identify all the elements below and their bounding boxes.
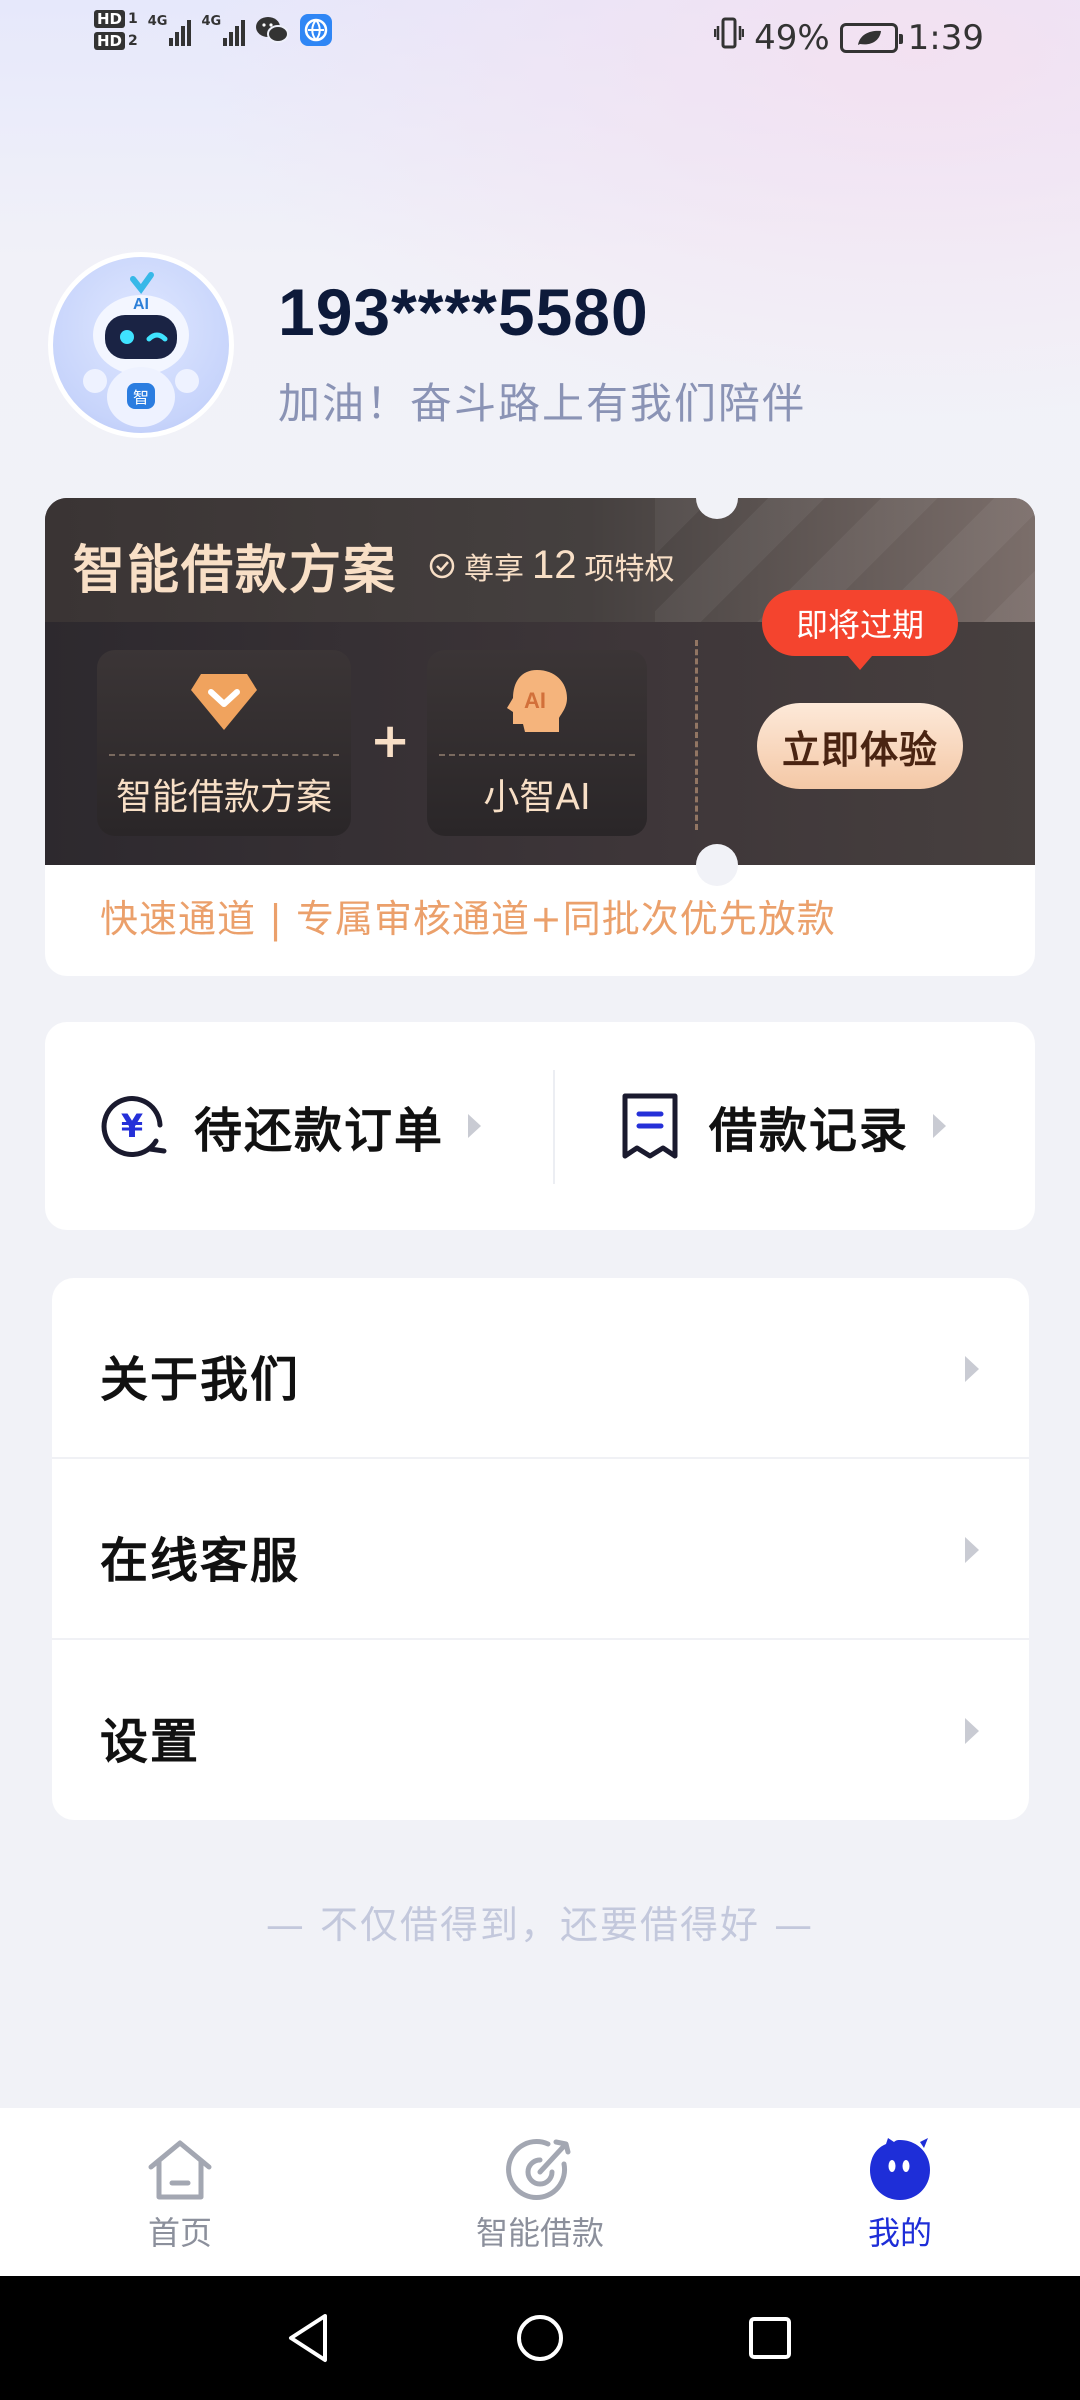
feature-xiaozhi-ai: AI 小智AI (427, 650, 647, 836)
card-footer-text: 快速通道 | 专属审核通道+同批次优先放款 (100, 897, 836, 941)
yuan-glyph: ¥ (121, 1107, 143, 1145)
system-navigation-bar (0, 2276, 1080, 2400)
divider (553, 1070, 555, 1184)
back-icon[interactable] (276, 2306, 340, 2370)
user-phone: 193****5580 (278, 275, 649, 349)
pending-repayment-button[interactable]: ¥ 待还款订单 (98, 1022, 482, 1230)
sim-number: 2 (128, 33, 138, 49)
privilege-count: 尊享 12 项特权 (428, 543, 675, 588)
chevron-right-icon (965, 1718, 979, 1744)
hd-badge: HD (94, 10, 126, 28)
menu-item-label: 设置 (100, 1714, 201, 1770)
menu-item-label: 在线客服 (100, 1533, 301, 1589)
menu-item-label: 关于我们 (100, 1352, 301, 1408)
signal-icon: 4G (148, 14, 192, 46)
card-title: 智能借款方案 (73, 541, 398, 601)
robot-mascot-icon: AI 智 (83, 272, 199, 427)
chevron-right-icon (965, 1537, 979, 1563)
sim-number: 1 (128, 11, 138, 27)
ai-head-icon: AI (507, 670, 567, 732)
recents-icon[interactable] (738, 2306, 802, 2370)
battery-percent: 49% (754, 17, 830, 58)
ai-badge-text: AI (524, 688, 546, 713)
receipt-icon (622, 1093, 678, 1159)
avatar-tag: 智 (133, 388, 149, 407)
tab-label: 首页 (147, 2214, 212, 2252)
loan-records-button[interactable]: 借款记录 (617, 1022, 947, 1230)
chevron-right-icon (965, 1356, 979, 1382)
diamond-icon (191, 674, 257, 730)
status-bar: HD 1 HD 2 4G 4G 49% 1:39 (0, 0, 1080, 80)
settings-menu: 关于我们 在线客服 设置 (52, 1278, 1029, 1820)
menu-item-about-us[interactable]: 关于我们 (52, 1278, 1029, 1459)
menu-item-settings[interactable]: 设置 (52, 1640, 1029, 1820)
menu-item-online-service[interactable]: 在线客服 (52, 1459, 1029, 1640)
repayment-icon: ¥ (101, 1096, 167, 1157)
network-type: 4G (201, 14, 222, 29)
tab-label: 智能借款 (475, 2214, 604, 2252)
status-right: 49% 1:39 (713, 16, 984, 59)
home-icon (144, 2134, 216, 2206)
profile-header: AI 智 193****5580 加油！奋斗路上有我们陪伴 (48, 252, 1038, 442)
check-circle-icon (429, 553, 455, 578)
tab-smart-loan[interactable]: 智能借款 (420, 2108, 660, 2276)
tab-label: 我的 (867, 2214, 932, 2252)
card-divider (695, 640, 698, 830)
privilege-suffix: 项特权 (584, 551, 675, 587)
bottom-tab-bar: 首页 智能借款 我的 (0, 2108, 1080, 2276)
hd-badge: HD (94, 32, 126, 50)
feature-label: 小智AI (483, 777, 591, 818)
avatar-ai-label: AI (133, 296, 149, 313)
vibrate-icon (713, 16, 745, 59)
status-left: HD 1 HD 2 4G 4G (94, 10, 333, 50)
brand-tagline: — 不仅借得到，还要借得好 — (265, 1903, 815, 1947)
expire-badge: 即将过期 (762, 590, 958, 670)
avatar[interactable]: AI 智 (48, 252, 234, 438)
signal-icon: 4G (201, 14, 246, 46)
clock: 1:39 (907, 17, 984, 58)
plus-sign: + (370, 713, 411, 769)
chevron-right-icon (933, 1114, 947, 1138)
loan-records-label: 借款记录 (709, 1103, 910, 1159)
privilege-prefix: 尊享 (464, 551, 524, 587)
wechat-icon (255, 13, 290, 47)
target-icon (504, 2134, 576, 2206)
mascot-icon (864, 2134, 936, 2206)
quick-actions-card: ¥ 待还款订单 借款记录 (45, 1022, 1035, 1230)
ticket-notch (696, 844, 738, 886)
user-slogan: 加油！奋斗路上有我们陪伴 (278, 379, 807, 428)
feature-label: 智能借款方案 (115, 777, 332, 818)
tab-home[interactable]: 首页 (60, 2108, 300, 2276)
smart-loan-plan-card[interactable]: 智能借款方案 尊享 12 项特权 智能借款方案 + AI 小智AI 即将过期 立即体… (45, 498, 1035, 976)
privilege-number: 12 (532, 543, 577, 587)
chevron-right-icon (468, 1114, 482, 1138)
home-nav-icon[interactable] (508, 2306, 572, 2370)
try-now-button[interactable]: 立即体验 (757, 703, 963, 789)
network-type: 4G (147, 14, 168, 29)
sim-indicators: HD 1 HD 2 (94, 10, 138, 50)
feature-smart-loan: 智能借款方案 (97, 650, 351, 836)
battery-saver-icon (839, 22, 903, 53)
browser-icon (299, 13, 333, 47)
pending-repayment-label: 待还款订单 (194, 1103, 445, 1159)
tab-mine[interactable]: 我的 (780, 2108, 1020, 2276)
